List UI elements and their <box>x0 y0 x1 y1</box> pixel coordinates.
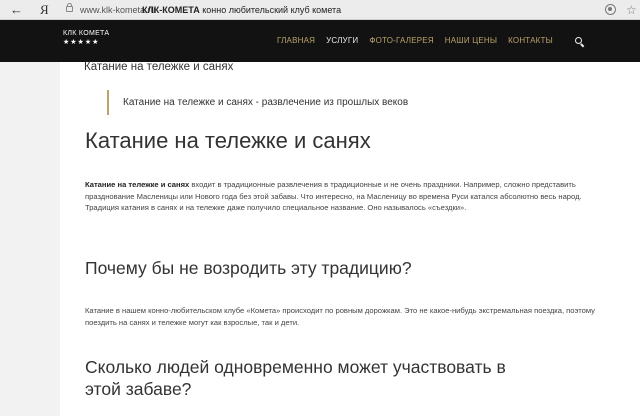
nav-item-services[interactable]: УСЛУГИ <box>326 34 358 48</box>
address-bar-title[interactable]: КЛК-КОМЕТА конно любительский клуб комет… <box>142 3 341 17</box>
browser-toolbar: ← Я www.klk-kometa.ru КЛК-КОМЕТА конно л… <box>0 0 640 20</box>
nav-item-prices[interactable]: НАШИ ЦЕНЫ <box>445 34 497 48</box>
logo-text: КЛК КОМЕТА <box>63 30 110 37</box>
yandex-logo-icon[interactable]: Я <box>40 1 49 19</box>
lead-quote-text: Катание на тележке и санях - развлечение… <box>123 97 409 108</box>
address-bar-title-bold: КЛК-КОМЕТА <box>142 5 200 15</box>
lead-quote: Катание на тележке и санях - развлечение… <box>107 90 408 115</box>
main-nav: ГЛАВНАЯ УСЛУГИ ФОТО-ГАЛЕРЕЯ НАШИ ЦЕНЫ КО… <box>277 34 564 48</box>
logo-stars-icon: ★★★★★ <box>63 39 100 46</box>
tradition-paragraph: Катание в нашем конно-любительском клубе… <box>85 306 595 327</box>
bookmark-star-icon[interactable]: ☆ <box>626 1 637 19</box>
lock-icon <box>66 3 73 12</box>
section-heading-participants: Сколько людей одновременно может участво… <box>85 357 506 399</box>
main-content: Катание на тележке и санях Катание на те… <box>60 61 640 416</box>
intro-paragraph: Катание на тележке и санях входит в трад… <box>85 179 615 214</box>
back-arrow-icon[interactable]: ← <box>10 1 23 19</box>
search-icon[interactable] <box>575 37 582 44</box>
page-subtitle: Катание на тележке и санях <box>84 61 234 73</box>
address-bar-title-rest: конно любительский клуб комета <box>199 5 342 15</box>
nav-item-photo-gallery[interactable]: ФОТО-ГАЛЕРЕЯ <box>369 34 433 48</box>
site-header: КЛК КОМЕТА ★★★★★ ГЛАВНАЯ УСЛУГИ ФОТО-ГАЛ… <box>0 20 640 62</box>
site-logo[interactable]: КЛК КОМЕТА ★★★★★ <box>63 29 109 48</box>
intro-paragraph-bold: Катание на тележке и санях <box>85 180 190 189</box>
extension-icon[interactable] <box>605 4 616 15</box>
nav-item-home[interactable]: ГЛАВНАЯ <box>277 34 315 48</box>
page-title: Катание на тележке и санях <box>85 128 371 153</box>
nav-item-contacts[interactable]: КОНТАКТЫ <box>508 34 553 48</box>
section-heading-tradition: Почему бы не возродить эту традицию? <box>85 258 412 278</box>
